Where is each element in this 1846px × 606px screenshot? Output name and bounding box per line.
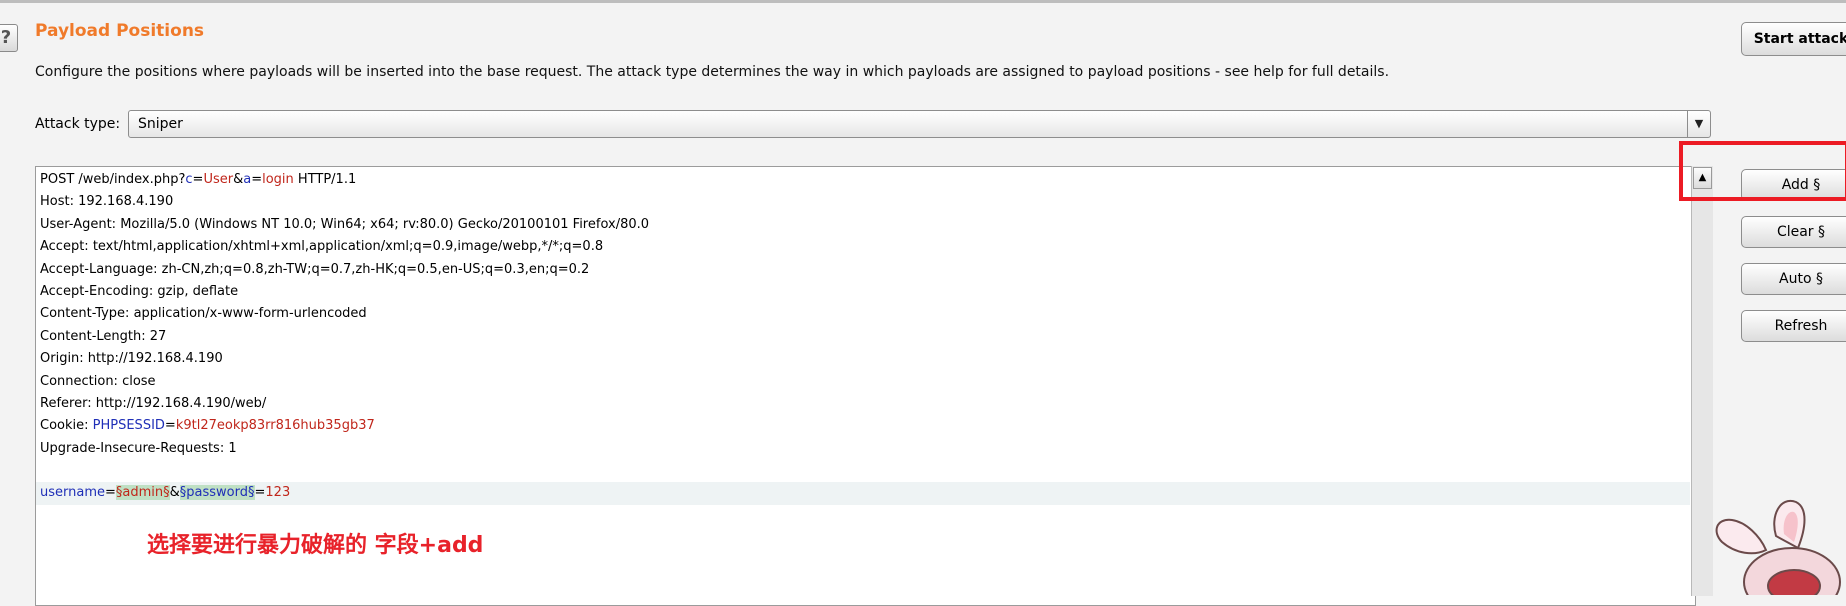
ampersand: &: [169, 485, 180, 501]
header-origin: Origin: http://192.168.4.190: [40, 351, 223, 367]
header-user-agent: User-Agent: Mozilla/5.0 (Windows NT 10.0…: [40, 216, 650, 232]
header-accept-language: Accept-Language: zh-CN,zh;q=0.8,zh-TW;q=…: [40, 261, 590, 277]
equals-sign: =: [251, 172, 263, 187]
bunny-mascot-icon: [1715, 499, 1841, 595]
cookie-value: k9tl27eokp83rr816hub35gb37: [175, 418, 375, 434]
request-body: username=§admin§&§password§=123: [36, 482, 1690, 505]
attack-type-label: Attack type:: [35, 116, 121, 132]
header-cookie: Cookie: PHPSESSID=k9tl27eokp83rr816hub35…: [40, 415, 1690, 437]
equals-sign: =: [192, 172, 204, 187]
dropdown-arrow-icon[interactable]: ▼: [1687, 111, 1710, 137]
param-value: User: [203, 172, 234, 187]
header-upgrade-insecure: Upgrade-Insecure-Requests: 1: [40, 440, 237, 456]
param-name: c: [185, 172, 193, 187]
header-accept-encoding: Accept-Encoding: gzip, deflate: [40, 283, 239, 299]
request-text: POST /web/index.php?c=User&a=login HTTP/…: [36, 169, 1690, 505]
payload-marker-admin: §admin§: [115, 485, 170, 501]
start-attack-button[interactable]: Start attack: [1741, 22, 1846, 56]
clear-markers-button[interactable]: Clear §: [1741, 216, 1846, 248]
header-accept: Accept: text/html,application/xhtml+xml,…: [40, 239, 604, 255]
header-content-length: Content-Length: 27: [40, 328, 167, 344]
equals-sign: =: [164, 418, 176, 434]
request-method-path: POST /web/index.php?: [40, 172, 186, 187]
equals-sign: =: [105, 485, 116, 501]
cookie-name: PHPSESSID: [92, 418, 165, 434]
header-connection: Connection: close: [40, 373, 156, 389]
payload-marker-password: §password§: [179, 485, 255, 501]
body-param-name: username: [40, 485, 105, 501]
ampersand: &: [233, 172, 244, 187]
top-divider: [0, 0, 1846, 3]
cookie-label: Cookie:: [40, 418, 93, 434]
refresh-button[interactable]: Refresh: [1741, 310, 1846, 342]
add-button-highlight: [1679, 141, 1846, 201]
header-referer: Referer: http://192.168.4.190/web/: [40, 395, 267, 411]
param-name: a: [243, 172, 252, 187]
attack-type-select[interactable]: Sniper ▼: [128, 110, 1711, 138]
header-host: Host: 192.168.4.190: [40, 194, 174, 210]
annotation-text: 选择要进行暴力破解的 字段+add: [147, 533, 484, 558]
body-param-value: 123: [265, 485, 291, 501]
attack-type-value: Sniper: [138, 116, 183, 132]
payload-positions-description: Configure the positions where payloads w…: [35, 64, 1390, 80]
param-value: login: [262, 172, 294, 187]
header-content-type: Content-Type: application/x-www-form-url…: [40, 306, 367, 322]
request-line: POST /web/index.php?c=User&a=login HTTP/…: [40, 169, 1690, 191]
payload-positions-title: Payload Positions: [35, 21, 205, 41]
equals-sign: =: [254, 485, 266, 501]
help-icon[interactable]: ?: [0, 24, 18, 52]
auto-markers-button[interactable]: Auto §: [1741, 263, 1846, 295]
http-version: HTTP/1.1: [293, 172, 357, 187]
